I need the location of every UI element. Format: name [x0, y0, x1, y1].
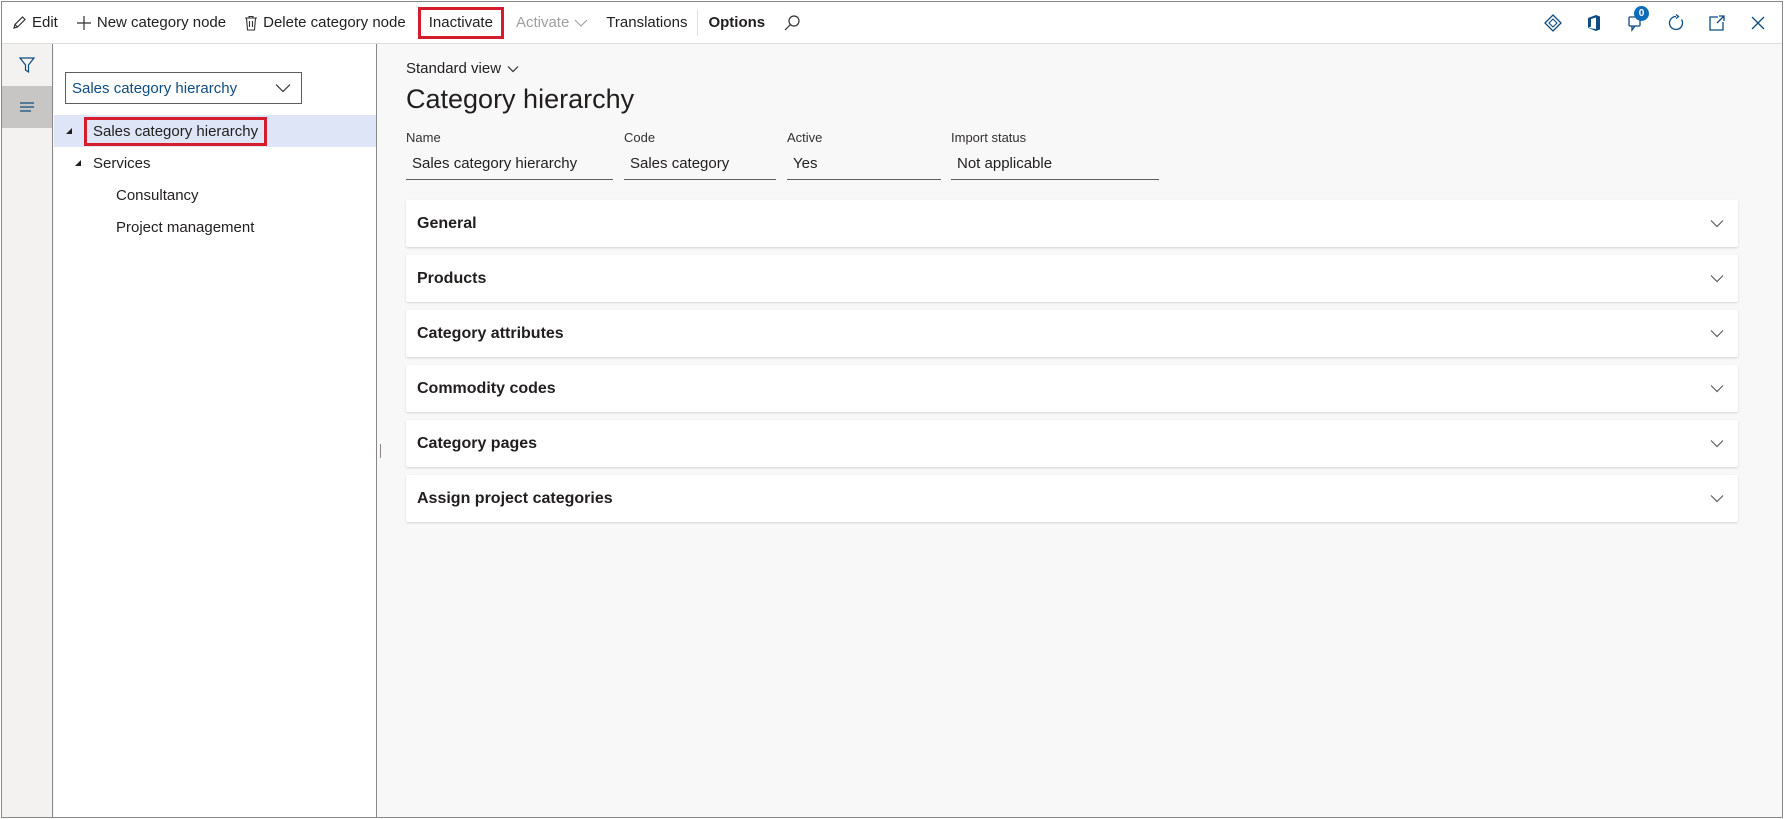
- app-window: Edit New category node Delete category n…: [1, 1, 1783, 818]
- chevron-down-icon: [275, 84, 291, 93]
- fasttab-list: General Products Category attributes Com…: [406, 200, 1738, 530]
- plus-icon: [76, 15, 91, 30]
- messages-icon[interactable]: 0: [1625, 6, 1649, 33]
- filter-icon: [19, 57, 35, 74]
- refresh-icon[interactable]: [1666, 13, 1686, 33]
- search-button[interactable]: [774, 2, 815, 43]
- view-selector[interactable]: Standard view: [406, 60, 519, 77]
- navigation-rail: [2, 44, 53, 817]
- code-field: Code Sales category: [624, 130, 776, 180]
- search-icon: [784, 14, 800, 30]
- new-node-label: New category node: [96, 14, 227, 31]
- chevron-down-icon: [1710, 440, 1724, 448]
- fasttab-category-attributes[interactable]: Category attributes: [406, 310, 1738, 357]
- fasttab-commodity-codes[interactable]: Commodity codes: [406, 365, 1738, 412]
- fasttab-label: Commodity codes: [417, 379, 556, 397]
- details-pane: Standard view Category hierarchy Name Sa…: [376, 44, 1782, 817]
- fasttab-label: Assign project categories: [417, 489, 613, 507]
- activate-label: Activate: [515, 14, 570, 31]
- new-category-node-button[interactable]: New category node: [67, 2, 235, 43]
- tree-node-label: Services: [93, 154, 151, 172]
- edit-label: Edit: [32, 14, 58, 31]
- edit-button[interactable]: Edit: [2, 2, 67, 43]
- category-tree-pane: Sales category hierarchy Sales category …: [54, 44, 377, 817]
- code-label: Code: [624, 130, 656, 145]
- name-label: Name: [406, 130, 441, 145]
- category-tree: Sales category hierarchy Services Consul…: [54, 115, 376, 243]
- translations-label: Translations: [606, 14, 688, 31]
- hierarchy-select-value: Sales category hierarchy: [72, 79, 238, 97]
- fasttab-label: Products: [417, 269, 487, 287]
- import-status-field: Import status Not applicable: [951, 130, 1159, 180]
- delete-category-node-button[interactable]: Delete category node: [235, 2, 415, 43]
- chevron-down-icon: [1710, 220, 1724, 228]
- chevron-down-icon: [1710, 495, 1724, 503]
- chevron-down-icon: [507, 65, 519, 72]
- toolbar-divider: [697, 9, 699, 36]
- action-pane: Edit New category node Delete category n…: [2, 2, 1782, 44]
- fasttab-products[interactable]: Products: [406, 255, 1738, 302]
- page-title: Category hierarchy: [406, 84, 635, 114]
- tree-node-project-management[interactable]: Project management: [54, 211, 376, 243]
- fasttab-category-pages[interactable]: Category pages: [406, 420, 1738, 467]
- list-view-button[interactable]: [2, 86, 52, 128]
- inactivate-label: Inactivate: [428, 14, 493, 31]
- open-new-window-icon[interactable]: [1707, 13, 1727, 33]
- active-field: Active Yes: [787, 130, 941, 180]
- view-selector-label: Standard view: [406, 60, 502, 77]
- chevron-down-icon: [1710, 330, 1724, 338]
- hierarchy-select[interactable]: Sales category hierarchy: [65, 72, 302, 104]
- pane-splitter-handle[interactable]: [376, 444, 381, 458]
- tree-node-services[interactable]: Services: [54, 147, 376, 179]
- tree-node-consultancy[interactable]: Consultancy: [54, 179, 376, 211]
- office-icon[interactable]: [1584, 13, 1604, 33]
- tree-node-label: Sales category hierarchy: [84, 116, 268, 146]
- inactivate-button[interactable]: Inactivate: [417, 6, 504, 39]
- connected-apps-icon[interactable]: [1543, 13, 1563, 33]
- tree-node-label: Project management: [116, 218, 255, 236]
- chevron-down-icon: [1710, 275, 1724, 283]
- import-status-label: Import status: [951, 130, 1027, 145]
- import-status-input[interactable]: Not applicable: [951, 150, 1159, 180]
- name-field: Name Sales category hierarchy: [406, 130, 613, 180]
- chevron-down-icon: [574, 19, 588, 27]
- active-input[interactable]: Yes: [787, 150, 941, 180]
- pencil-icon: [13, 15, 26, 29]
- list-icon: [20, 102, 34, 112]
- name-input[interactable]: Sales category hierarchy: [406, 150, 613, 180]
- code-input[interactable]: Sales category: [624, 150, 776, 180]
- fasttab-label: Category pages: [417, 434, 538, 452]
- tree-node-label: Consultancy: [116, 186, 199, 204]
- active-label: Active: [787, 130, 823, 145]
- options-tab[interactable]: Options: [699, 2, 774, 43]
- close-icon[interactable]: [1748, 13, 1768, 33]
- fasttab-label: Category attributes: [417, 324, 564, 342]
- trash-icon: [245, 15, 258, 31]
- expand-triangle-icon[interactable]: [73, 158, 83, 168]
- delete-node-label: Delete category node: [263, 14, 406, 31]
- fasttab-assign-project-categories[interactable]: Assign project categories: [406, 475, 1738, 522]
- expand-triangle-icon[interactable]: [64, 126, 74, 136]
- options-label: Options: [708, 14, 766, 31]
- notification-badge: 0: [1634, 6, 1649, 21]
- filter-button[interactable]: [2, 44, 52, 86]
- window-controls: 0: [1543, 2, 1768, 44]
- chevron-down-icon: [1710, 385, 1724, 393]
- fasttab-label: General: [417, 214, 477, 232]
- tree-node-sales-category-hierarchy[interactable]: Sales category hierarchy: [54, 115, 376, 147]
- activate-button[interactable]: Activate: [507, 2, 597, 43]
- fasttab-general[interactable]: General: [406, 200, 1738, 247]
- translations-button[interactable]: Translations: [597, 2, 696, 43]
